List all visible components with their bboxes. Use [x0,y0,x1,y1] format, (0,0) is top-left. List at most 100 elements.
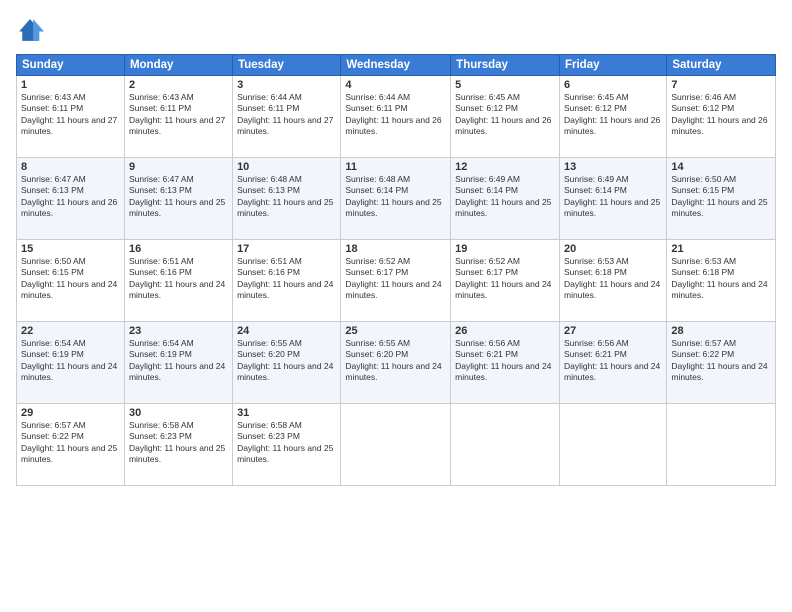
logo-icon [16,16,44,44]
calendar-cell: 6Sunrise: 6:45 AM Sunset: 6:12 PM Daylig… [559,76,666,158]
cell-info: Sunrise: 6:44 AM Sunset: 6:11 PM Dayligh… [345,92,446,138]
calendar-cell [341,404,451,486]
day-number: 20 [564,243,662,255]
cell-info: Sunrise: 6:54 AM Sunset: 6:19 PM Dayligh… [129,338,228,384]
day-number: 17 [237,243,336,255]
day-number: 14 [671,161,771,173]
cell-info: Sunrise: 6:48 AM Sunset: 6:14 PM Dayligh… [345,174,446,220]
calendar-cell: 25Sunrise: 6:55 AM Sunset: 6:20 PM Dayli… [341,322,451,404]
cell-info: Sunrise: 6:49 AM Sunset: 6:14 PM Dayligh… [455,174,555,220]
dow-header-friday: Friday [559,55,666,76]
calendar-cell: 15Sunrise: 6:50 AM Sunset: 6:15 PM Dayli… [17,240,125,322]
cell-info: Sunrise: 6:54 AM Sunset: 6:19 PM Dayligh… [21,338,120,384]
day-number: 18 [345,243,446,255]
cell-info: Sunrise: 6:52 AM Sunset: 6:17 PM Dayligh… [455,256,555,302]
calendar-cell: 17Sunrise: 6:51 AM Sunset: 6:16 PM Dayli… [233,240,341,322]
cell-info: Sunrise: 6:47 AM Sunset: 6:13 PM Dayligh… [21,174,120,220]
dow-header-wednesday: Wednesday [341,55,451,76]
calendar-cell: 18Sunrise: 6:52 AM Sunset: 6:17 PM Dayli… [341,240,451,322]
calendar-cell: 30Sunrise: 6:58 AM Sunset: 6:23 PM Dayli… [124,404,232,486]
calendar-cell: 10Sunrise: 6:48 AM Sunset: 6:13 PM Dayli… [233,158,341,240]
calendar-cell: 1Sunrise: 6:43 AM Sunset: 6:11 PM Daylig… [17,76,125,158]
cell-info: Sunrise: 6:47 AM Sunset: 6:13 PM Dayligh… [129,174,228,220]
calendar-cell: 22Sunrise: 6:54 AM Sunset: 6:19 PM Dayli… [17,322,125,404]
week-row-4: 22Sunrise: 6:54 AM Sunset: 6:19 PM Dayli… [17,322,776,404]
cell-info: Sunrise: 6:50 AM Sunset: 6:15 PM Dayligh… [21,256,120,302]
day-number: 23 [129,325,228,337]
day-number: 10 [237,161,336,173]
calendar-cell [667,404,776,486]
calendar-cell: 16Sunrise: 6:51 AM Sunset: 6:16 PM Dayli… [124,240,232,322]
cell-info: Sunrise: 6:58 AM Sunset: 6:23 PM Dayligh… [129,420,228,466]
week-row-2: 8Sunrise: 6:47 AM Sunset: 6:13 PM Daylig… [17,158,776,240]
calendar-cell: 20Sunrise: 6:53 AM Sunset: 6:18 PM Dayli… [559,240,666,322]
calendar-cell: 13Sunrise: 6:49 AM Sunset: 6:14 PM Dayli… [559,158,666,240]
calendar-cell: 4Sunrise: 6:44 AM Sunset: 6:11 PM Daylig… [341,76,451,158]
cell-info: Sunrise: 6:55 AM Sunset: 6:20 PM Dayligh… [345,338,446,384]
cell-info: Sunrise: 6:51 AM Sunset: 6:16 PM Dayligh… [129,256,228,302]
cell-info: Sunrise: 6:44 AM Sunset: 6:11 PM Dayligh… [237,92,336,138]
cell-info: Sunrise: 6:50 AM Sunset: 6:15 PM Dayligh… [671,174,771,220]
calendar-cell: 9Sunrise: 6:47 AM Sunset: 6:13 PM Daylig… [124,158,232,240]
day-number: 16 [129,243,228,255]
dow-header-monday: Monday [124,55,232,76]
calendar-cell: 26Sunrise: 6:56 AM Sunset: 6:21 PM Dayli… [451,322,560,404]
cell-info: Sunrise: 6:57 AM Sunset: 6:22 PM Dayligh… [21,420,120,466]
calendar-cell: 27Sunrise: 6:56 AM Sunset: 6:21 PM Dayli… [559,322,666,404]
cell-info: Sunrise: 6:56 AM Sunset: 6:21 PM Dayligh… [564,338,662,384]
day-number: 9 [129,161,228,173]
day-number: 3 [237,79,336,91]
calendar-cell: 8Sunrise: 6:47 AM Sunset: 6:13 PM Daylig… [17,158,125,240]
week-row-5: 29Sunrise: 6:57 AM Sunset: 6:22 PM Dayli… [17,404,776,486]
day-number: 31 [237,407,336,419]
cell-info: Sunrise: 6:48 AM Sunset: 6:13 PM Dayligh… [237,174,336,220]
day-number: 1 [21,79,120,91]
day-number: 26 [455,325,555,337]
cell-info: Sunrise: 6:53 AM Sunset: 6:18 PM Dayligh… [671,256,771,302]
calendar-cell: 21Sunrise: 6:53 AM Sunset: 6:18 PM Dayli… [667,240,776,322]
day-number: 6 [564,79,662,91]
calendar-body: 1Sunrise: 6:43 AM Sunset: 6:11 PM Daylig… [17,76,776,486]
calendar-cell: 23Sunrise: 6:54 AM Sunset: 6:19 PM Dayli… [124,322,232,404]
day-number: 27 [564,325,662,337]
cell-info: Sunrise: 6:58 AM Sunset: 6:23 PM Dayligh… [237,420,336,466]
week-row-1: 1Sunrise: 6:43 AM Sunset: 6:11 PM Daylig… [17,76,776,158]
dow-header-sunday: Sunday [17,55,125,76]
calendar-cell: 7Sunrise: 6:46 AM Sunset: 6:12 PM Daylig… [667,76,776,158]
cell-info: Sunrise: 6:45 AM Sunset: 6:12 PM Dayligh… [455,92,555,138]
cell-info: Sunrise: 6:51 AM Sunset: 6:16 PM Dayligh… [237,256,336,302]
week-row-3: 15Sunrise: 6:50 AM Sunset: 6:15 PM Dayli… [17,240,776,322]
cell-info: Sunrise: 6:55 AM Sunset: 6:20 PM Dayligh… [237,338,336,384]
day-number: 4 [345,79,446,91]
day-number: 7 [671,79,771,91]
day-number: 30 [129,407,228,419]
calendar-cell: 31Sunrise: 6:58 AM Sunset: 6:23 PM Dayli… [233,404,341,486]
calendar-cell [559,404,666,486]
calendar-cell: 28Sunrise: 6:57 AM Sunset: 6:22 PM Dayli… [667,322,776,404]
day-number: 12 [455,161,555,173]
day-number: 22 [21,325,120,337]
day-number: 5 [455,79,555,91]
cell-info: Sunrise: 6:43 AM Sunset: 6:11 PM Dayligh… [21,92,120,138]
day-number: 28 [671,325,771,337]
day-number: 24 [237,325,336,337]
cell-info: Sunrise: 6:57 AM Sunset: 6:22 PM Dayligh… [671,338,771,384]
dow-header-tuesday: Tuesday [233,55,341,76]
day-of-week-row: SundayMondayTuesdayWednesdayThursdayFrid… [17,55,776,76]
calendar-cell: 29Sunrise: 6:57 AM Sunset: 6:22 PM Dayli… [17,404,125,486]
day-number: 19 [455,243,555,255]
calendar-cell: 12Sunrise: 6:49 AM Sunset: 6:14 PM Dayli… [451,158,560,240]
logo [16,16,48,44]
day-number: 2 [129,79,228,91]
calendar-cell: 24Sunrise: 6:55 AM Sunset: 6:20 PM Dayli… [233,322,341,404]
dow-header-thursday: Thursday [451,55,560,76]
day-number: 8 [21,161,120,173]
cell-info: Sunrise: 6:46 AM Sunset: 6:12 PM Dayligh… [671,92,771,138]
cell-info: Sunrise: 6:53 AM Sunset: 6:18 PM Dayligh… [564,256,662,302]
calendar-cell: 3Sunrise: 6:44 AM Sunset: 6:11 PM Daylig… [233,76,341,158]
calendar-cell: 2Sunrise: 6:43 AM Sunset: 6:11 PM Daylig… [124,76,232,158]
cell-info: Sunrise: 6:56 AM Sunset: 6:21 PM Dayligh… [455,338,555,384]
day-number: 11 [345,161,446,173]
page: SundayMondayTuesdayWednesdayThursdayFrid… [0,0,792,612]
cell-info: Sunrise: 6:52 AM Sunset: 6:17 PM Dayligh… [345,256,446,302]
